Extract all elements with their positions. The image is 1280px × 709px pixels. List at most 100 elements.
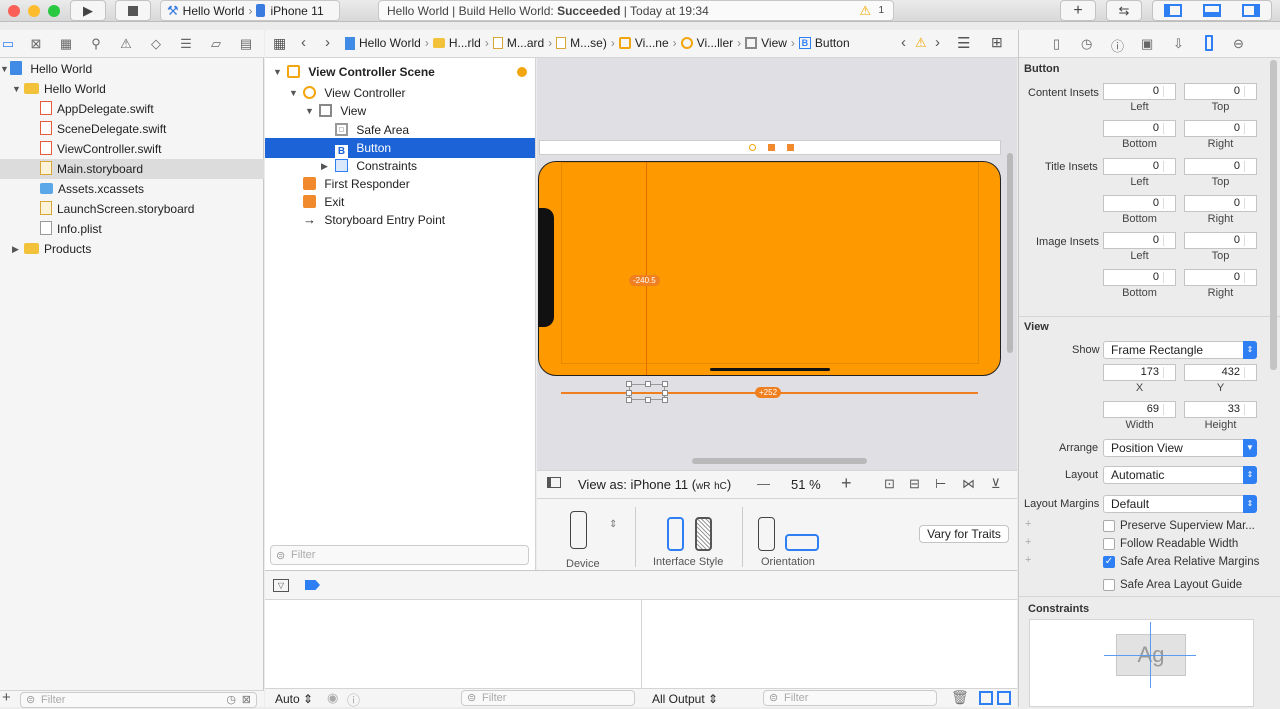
image-inset-right-field[interactable]: 0 bbox=[1184, 269, 1257, 286]
breadcrumb-item[interactable]: Hello World bbox=[359, 36, 421, 50]
resize-handle[interactable] bbox=[645, 397, 651, 403]
nav-item-project[interactable]: ▼ Hello World bbox=[0, 59, 264, 79]
device-config-toggle-icon[interactable] bbox=[547, 477, 561, 488]
width-field[interactable]: 69 bbox=[1103, 401, 1176, 418]
run-button[interactable]: ▶ bbox=[70, 0, 106, 21]
title-inset-bottom-field[interactable]: 0 bbox=[1103, 195, 1176, 212]
landscape-icon[interactable] bbox=[785, 534, 819, 551]
stop-button[interactable] bbox=[115, 0, 151, 21]
outline-item-safe-area[interactable]: Safe Area bbox=[265, 120, 535, 140]
outline-item-entry-point[interactable]: → Storyboard Entry Point bbox=[265, 210, 535, 230]
dark-mode-icon[interactable] bbox=[695, 517, 712, 551]
code-review-button[interactable]: ⇆ bbox=[1106, 0, 1142, 21]
variables-filter-field[interactable]: ⊜ Filter bbox=[461, 690, 635, 706]
outline-item-button-selected[interactable]: B Button bbox=[265, 138, 535, 158]
resize-handle[interactable] bbox=[662, 390, 668, 396]
breadcrumb-item[interactable]: M...ard bbox=[507, 36, 544, 50]
size-inspector-icon[interactable] bbox=[1205, 35, 1213, 51]
nav-item-file[interactable]: SceneDelegate.swift bbox=[0, 119, 264, 139]
nav-item-file[interactable]: LaunchScreen.storyboard bbox=[0, 199, 264, 219]
resize-handle[interactable] bbox=[626, 381, 632, 387]
related-items-icon[interactable]: ▦ bbox=[273, 35, 286, 52]
report-navigator-icon[interactable]: ▤ bbox=[238, 36, 254, 52]
source-control-icon[interactable]: ⊠ bbox=[28, 36, 44, 52]
nav-item-file[interactable]: Info.plist bbox=[0, 219, 264, 239]
plus-icon[interactable]: + bbox=[1025, 536, 1031, 548]
split-editor-icon[interactable]: ⊞ bbox=[991, 34, 1003, 51]
navigator-filter-field[interactable]: ⊜ Filter ◷ ⊠ bbox=[20, 692, 257, 708]
navigator-toggle-icon[interactable] bbox=[1163, 4, 1182, 17]
device-phone-icon[interactable] bbox=[570, 511, 587, 549]
resize-handle[interactable] bbox=[662, 381, 668, 387]
library-button[interactable]: + bbox=[1060, 0, 1096, 21]
outline-item-exit[interactable]: Exit bbox=[265, 192, 535, 212]
attributes-inspector-icon[interactable]: ⇩ bbox=[1173, 36, 1184, 52]
variables-scope-select[interactable]: Auto ⇕ bbox=[275, 692, 313, 706]
debug-toggle-icon[interactable] bbox=[1202, 4, 1221, 17]
add-icon[interactable]: + bbox=[2, 689, 11, 706]
warning-icon[interactable]: ⚠ bbox=[859, 3, 871, 19]
next-issue-icon[interactable]: › bbox=[935, 34, 940, 51]
breadcrumb-item[interactable]: View bbox=[761, 36, 787, 50]
nav-item-file[interactable]: AppDelegate.swift bbox=[0, 99, 264, 119]
resize-handle[interactable] bbox=[626, 397, 632, 403]
plus-icon[interactable]: + bbox=[1025, 518, 1031, 530]
outline-item-view-controller[interactable]: ▼ View Controller bbox=[265, 83, 535, 103]
symbol-navigator-icon[interactable]: ▦ bbox=[58, 36, 74, 52]
light-mode-icon[interactable] bbox=[667, 517, 684, 551]
warning-icon[interactable]: ⚠ bbox=[915, 35, 927, 51]
stepper-icon[interactable]: ⇕ bbox=[609, 519, 617, 530]
nav-item-file[interactable]: ViewController.swift bbox=[0, 139, 264, 159]
image-inset-top-field[interactable]: 0 bbox=[1184, 232, 1257, 249]
layout-margins-popup[interactable]: Default ⇕ bbox=[1103, 495, 1257, 513]
output-select[interactable]: All Output ⇕ bbox=[652, 692, 718, 706]
safe-area-relative-checkbox[interactable]: ✓ bbox=[1103, 556, 1115, 568]
console-filter-field[interactable]: ⊜ Filter bbox=[763, 690, 937, 706]
view-as-label[interactable]: View as: iPhone 11 (wR hC) bbox=[578, 477, 731, 492]
eye-icon[interactable]: ◉ bbox=[327, 690, 338, 706]
storyboard-canvas[interactable]: -240.5 +252 bbox=[537, 58, 1017, 470]
zoom-window-button[interactable] bbox=[48, 5, 60, 17]
outline-item-constraints[interactable]: ▶ Constraints bbox=[265, 156, 535, 176]
scheme-selector[interactable]: ⚒ Hello World › iPhone 11 bbox=[160, 0, 340, 21]
forward-icon[interactable]: › bbox=[325, 34, 330, 51]
content-inset-top-field[interactable]: 0 bbox=[1184, 83, 1257, 100]
nav-item-file-selected[interactable]: Main.storyboard bbox=[0, 159, 264, 179]
title-inset-top-field[interactable]: 0 bbox=[1184, 158, 1257, 175]
height-field[interactable]: 33 bbox=[1184, 401, 1257, 418]
preserve-superview-checkbox[interactable] bbox=[1103, 520, 1115, 532]
first-responder-dock-icon[interactable] bbox=[768, 144, 775, 151]
previous-issue-icon[interactable]: ‹ bbox=[901, 34, 906, 51]
resize-handle[interactable] bbox=[662, 397, 668, 403]
layout-popup[interactable]: Automatic ⇕ bbox=[1103, 466, 1257, 484]
outline-item-scene[interactable]: ▼ View Controller Scene bbox=[265, 62, 535, 82]
variables-view-toggle-icon[interactable] bbox=[979, 691, 993, 705]
add-constraints-icon[interactable]: ⊢ bbox=[935, 476, 946, 492]
x-field[interactable]: 173 bbox=[1103, 364, 1176, 381]
nav-item-file[interactable]: Assets.xcassets bbox=[0, 179, 264, 199]
arrange-popup[interactable]: Position View ▼ bbox=[1103, 439, 1257, 457]
test-navigator-icon[interactable]: ◇ bbox=[148, 36, 164, 52]
image-inset-bottom-field[interactable]: 0 bbox=[1103, 269, 1176, 286]
file-inspector-icon[interactable]: ▯ bbox=[1053, 36, 1060, 52]
image-inset-left-field[interactable]: 0 bbox=[1103, 232, 1176, 249]
identity-inspector-icon[interactable]: ▣ bbox=[1141, 36, 1153, 52]
project-navigator-icon[interactable]: ▭ bbox=[0, 36, 16, 52]
outline-filter-field[interactable]: ⊜ Filter bbox=[270, 545, 529, 565]
vertical-scrollbar[interactable] bbox=[1007, 153, 1013, 353]
embed-icon[interactable]: ⊻ bbox=[991, 476, 1001, 492]
resolve-issues-icon[interactable]: ⋈ bbox=[962, 476, 975, 492]
zoom-in-button[interactable]: + bbox=[841, 473, 852, 494]
outline-item-first-responder[interactable]: First Responder bbox=[265, 174, 535, 194]
title-inset-left-field[interactable]: 0 bbox=[1103, 158, 1176, 175]
editor-options-icon[interactable]: ☰ bbox=[957, 34, 970, 52]
breakpoint-navigator-icon[interactable]: ▱ bbox=[208, 36, 224, 52]
nav-item-group[interactable]: ▼ Hello World bbox=[0, 79, 264, 99]
content-inset-right-field[interactable]: 0 bbox=[1184, 120, 1257, 137]
portrait-icon[interactable] bbox=[758, 517, 775, 551]
help-inspector-icon[interactable]: ⓘ bbox=[1111, 36, 1124, 55]
align-icon[interactable]: ⊟ bbox=[909, 476, 920, 492]
content-inset-left-field[interactable]: 0 bbox=[1103, 83, 1176, 100]
title-inset-right-field[interactable]: 0 bbox=[1184, 195, 1257, 212]
zoom-out-button[interactable]: — bbox=[757, 476, 770, 491]
